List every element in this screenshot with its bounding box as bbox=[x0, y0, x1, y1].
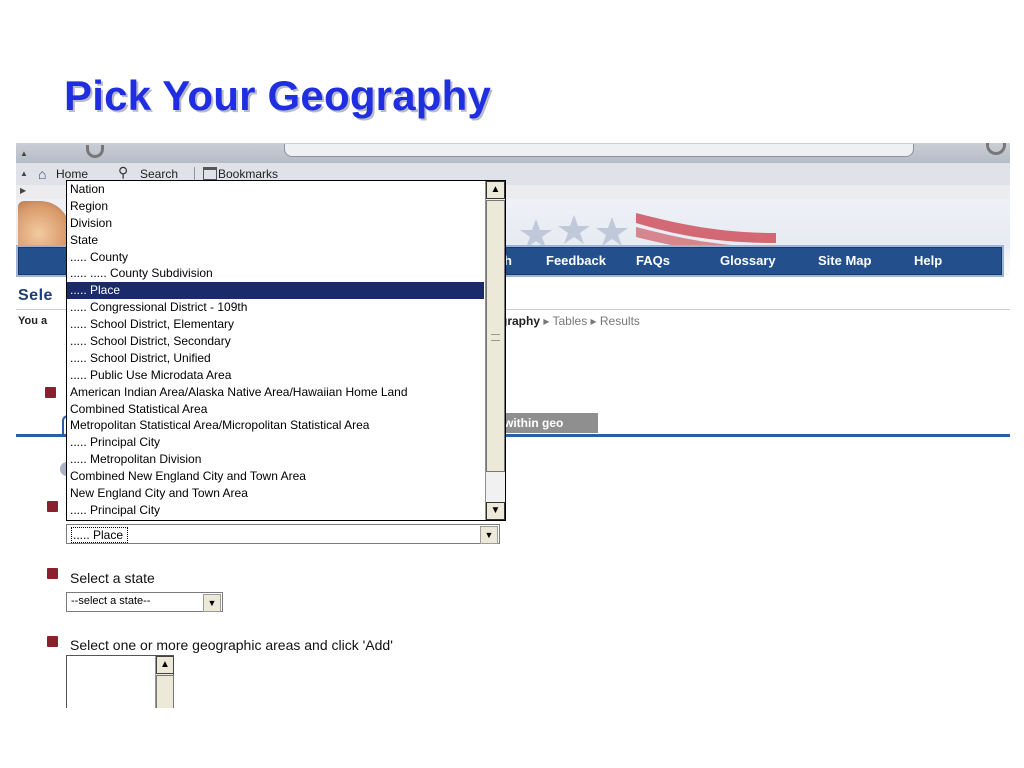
scroll-down-icon[interactable]: ▼ bbox=[486, 502, 505, 520]
bullet-icon bbox=[47, 568, 58, 579]
select-areas-label: Select one or more geographic areas and … bbox=[70, 637, 393, 653]
dropdown-scrollbar[interactable]: ▲ ▼ bbox=[485, 181, 505, 520]
nav-faqs[interactable]: FAQs bbox=[636, 253, 670, 268]
dropdown-option[interactable]: Metropolitan Statistical Area/Micropolit… bbox=[67, 417, 484, 434]
dropdown-option[interactable]: Combined New England City and Town Area bbox=[67, 468, 484, 485]
nav-site-map[interactable]: Site Map bbox=[818, 253, 871, 268]
search-icon[interactable]: ⚲ bbox=[118, 164, 128, 181]
home-button[interactable]: Home bbox=[56, 167, 88, 181]
bookmarks-button[interactable]: Bookmarks bbox=[218, 167, 278, 181]
chevron-down-icon[interactable]: ▼ bbox=[480, 526, 498, 544]
geography-type-dropdown-list[interactable]: Nation Region Division State..... County...… bbox=[66, 180, 506, 521]
geography-type-value: ..... Place bbox=[71, 527, 129, 543]
dropdown-option[interactable]: Combined Statistical Area bbox=[67, 401, 484, 418]
dropdown-option[interactable]: Division bbox=[67, 215, 484, 232]
chevron-down-icon[interactable]: ▼ bbox=[203, 594, 221, 612]
toolbar-separator bbox=[194, 167, 195, 181]
state-select[interactable]: --select a state-- ▼ bbox=[66, 592, 223, 612]
chrome-scroll-up-icon[interactable]: ▲ bbox=[20, 149, 28, 158]
scrollbar-thumb[interactable] bbox=[486, 200, 505, 472]
tab-within-geo-label: within geo bbox=[504, 416, 564, 430]
dropdown-option[interactable]: ..... School District, Elementary bbox=[67, 316, 484, 333]
nav-glossary[interactable]: Glossary bbox=[720, 253, 776, 268]
bookmarks-icon[interactable] bbox=[203, 167, 217, 180]
dropdown-option[interactable]: State bbox=[67, 232, 484, 249]
throbber-right-icon bbox=[986, 143, 1006, 155]
breadcrumb-tables[interactable]: Tables bbox=[553, 314, 588, 328]
geography-type-select[interactable]: ..... Place ▼ bbox=[66, 524, 500, 544]
tab-within-geo[interactable]: within geo bbox=[500, 413, 598, 433]
dropdown-option[interactable]: Nation bbox=[67, 181, 484, 198]
scrollbar-thumb[interactable] bbox=[156, 675, 174, 708]
dropdown-option[interactable]: ..... Principal City bbox=[67, 502, 484, 519]
dropdown-option[interactable]: New England City and Town Area bbox=[67, 485, 484, 502]
dropdown-option[interactable]: ..... ..... County Subdivision bbox=[67, 265, 484, 282]
scroll-up-icon[interactable]: ▲ bbox=[486, 181, 505, 199]
slide-title: Pick Your Geography bbox=[64, 72, 492, 119]
dropdown-option[interactable]: ..... Principal City bbox=[67, 434, 484, 451]
home-icon[interactable]: ⌂ bbox=[38, 166, 46, 182]
scroll-up-icon[interactable]: ▲ bbox=[156, 656, 174, 674]
page-title: Sele bbox=[18, 287, 53, 304]
geographic-areas-listbox[interactable]: ▲ bbox=[66, 655, 174, 708]
dropdown-option[interactable]: ..... Congressional District - 109th bbox=[67, 299, 484, 316]
breadcrumb-current: graphy bbox=[500, 314, 541, 328]
dropdown-option[interactable]: Region bbox=[67, 198, 484, 215]
dropdown-option[interactable]: ..... Public Use Microdata Area bbox=[67, 367, 484, 384]
dropdown-option[interactable]: ..... Place bbox=[67, 282, 484, 300]
dropdown-options: Nation Region Division State..... County...… bbox=[67, 181, 484, 520]
nav-feedback[interactable]: Feedback bbox=[546, 253, 606, 268]
bullet-icon bbox=[47, 501, 58, 512]
search-button[interactable]: Search bbox=[140, 167, 178, 181]
dropdown-option[interactable]: ..... School District, Unified bbox=[67, 350, 484, 367]
dropdown-option[interactable]: American Indian Area/Alaska Native Area/… bbox=[67, 384, 484, 401]
state-select-value: --select a state-- bbox=[71, 595, 151, 607]
breadcrumb: graphy ▸ Tables ▸ Results bbox=[500, 314, 640, 328]
bullet-icon bbox=[47, 636, 58, 647]
breadcrumb-arrow-icon: ▸ bbox=[590, 314, 600, 328]
nav-help[interactable]: Help bbox=[914, 253, 942, 268]
address-bar[interactable] bbox=[284, 144, 914, 157]
tab-scroll-icon[interactable]: ▶ bbox=[20, 186, 26, 195]
throbber-icon bbox=[86, 145, 104, 158]
breadcrumb-arrow-icon: ▸ bbox=[543, 314, 553, 328]
select-state-label: Select a state bbox=[70, 570, 155, 586]
dropdown-option[interactable]: ..... Metropolitan Division bbox=[67, 451, 484, 468]
toolbar-scroll-icon[interactable]: ▲ bbox=[20, 169, 28, 178]
scrollbar-grip-icon bbox=[491, 334, 500, 341]
breadcrumb-results[interactable]: Results bbox=[600, 314, 640, 328]
listbox-scrollbar[interactable]: ▲ bbox=[155, 656, 174, 708]
bullet-icon bbox=[45, 387, 56, 398]
dropdown-option[interactable]: ..... County bbox=[67, 249, 484, 266]
dropdown-option[interactable]: ..... School District, Secondary bbox=[67, 333, 484, 350]
browser-screenshot: ▲ ▲ ⌂ Home ⚲ Search Bookmarks ▶ h Feedba… bbox=[16, 143, 1010, 708]
browser-chrome: ▲ bbox=[16, 143, 1010, 164]
you-are-here-label: You a bbox=[18, 315, 48, 327]
